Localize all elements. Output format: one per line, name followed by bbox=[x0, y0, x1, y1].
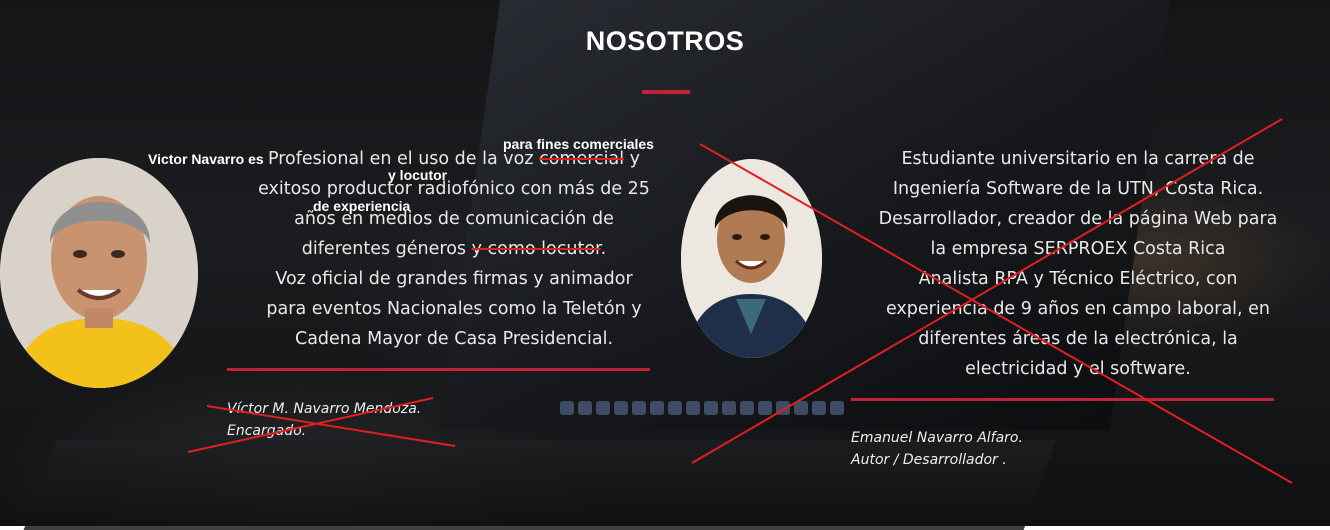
laptop-dock-backdrop bbox=[560, 396, 860, 420]
annotation-intro: Victor Navarro es bbox=[148, 151, 264, 167]
annotation-locutor: y locutor bbox=[388, 167, 448, 183]
section-title: NOSOTROS bbox=[585, 26, 745, 56]
signature-role: Encargado. bbox=[227, 423, 307, 439]
divider-left bbox=[227, 368, 650, 371]
bio-line: Ingeniería Software de la UTN, Costa Ric… bbox=[892, 179, 1264, 199]
bio-line: la empresa SERPROEX Costa Rica bbox=[930, 239, 1226, 259]
signature-name: Víctor M. Navarro Mendoza. bbox=[227, 401, 422, 417]
annotation-experiencia: de experiencia bbox=[313, 198, 411, 214]
bio-victor: Profesional en el uso de la voz comercia… bbox=[244, 144, 664, 354]
bio-emanuel: Estudiante universitario en la carrera d… bbox=[868, 144, 1288, 384]
signature-name: Emanuel Navarro Alfaro. bbox=[851, 430, 1023, 446]
avatar-emanuel bbox=[681, 159, 822, 358]
signature-role: Autor / Desarrollador . bbox=[851, 452, 1007, 468]
avatar-victor bbox=[0, 158, 198, 388]
bio-line: para eventos Nacionales como la Teletón … bbox=[266, 299, 642, 319]
bio-line: exitoso productor radiofónico con más de… bbox=[258, 179, 650, 199]
struck-word: comercial bbox=[539, 149, 625, 169]
bio-line: Desarrollador, creador de la página Web … bbox=[878, 209, 1278, 229]
bio-line: años en medios de comunicación de bbox=[294, 209, 614, 229]
bio-line: experiencia de 9 años en campo laboral, … bbox=[885, 299, 1271, 319]
bio-line: Estudiante universitario en la carrera d… bbox=[901, 149, 1255, 169]
bio-line: diferentes géneros y como locutor. bbox=[301, 239, 607, 259]
bio-line: Voz oficial de grandes firmas y animador bbox=[275, 269, 633, 289]
struck-phrase: y como locutor bbox=[471, 239, 601, 259]
title-underline bbox=[642, 90, 690, 94]
divider-right bbox=[851, 398, 1274, 401]
bio-line: diferentes áreas de la electrónica, la bbox=[918, 329, 1238, 349]
signature-victor: Víctor M. Navarro Mendoza. Encargado. bbox=[227, 398, 421, 442]
annotation-fines: para fines comerciales bbox=[503, 136, 654, 152]
signature-emanuel: Emanuel Navarro Alfaro. Autor / Desarrol… bbox=[851, 427, 1023, 471]
bio-line: Analista RPA y Técnico Eléctrico, con bbox=[918, 269, 1238, 289]
bio-line: Cadena Mayor de Casa Presidencial. bbox=[294, 329, 614, 349]
bio-line: electricidad y el software. bbox=[965, 359, 1191, 379]
